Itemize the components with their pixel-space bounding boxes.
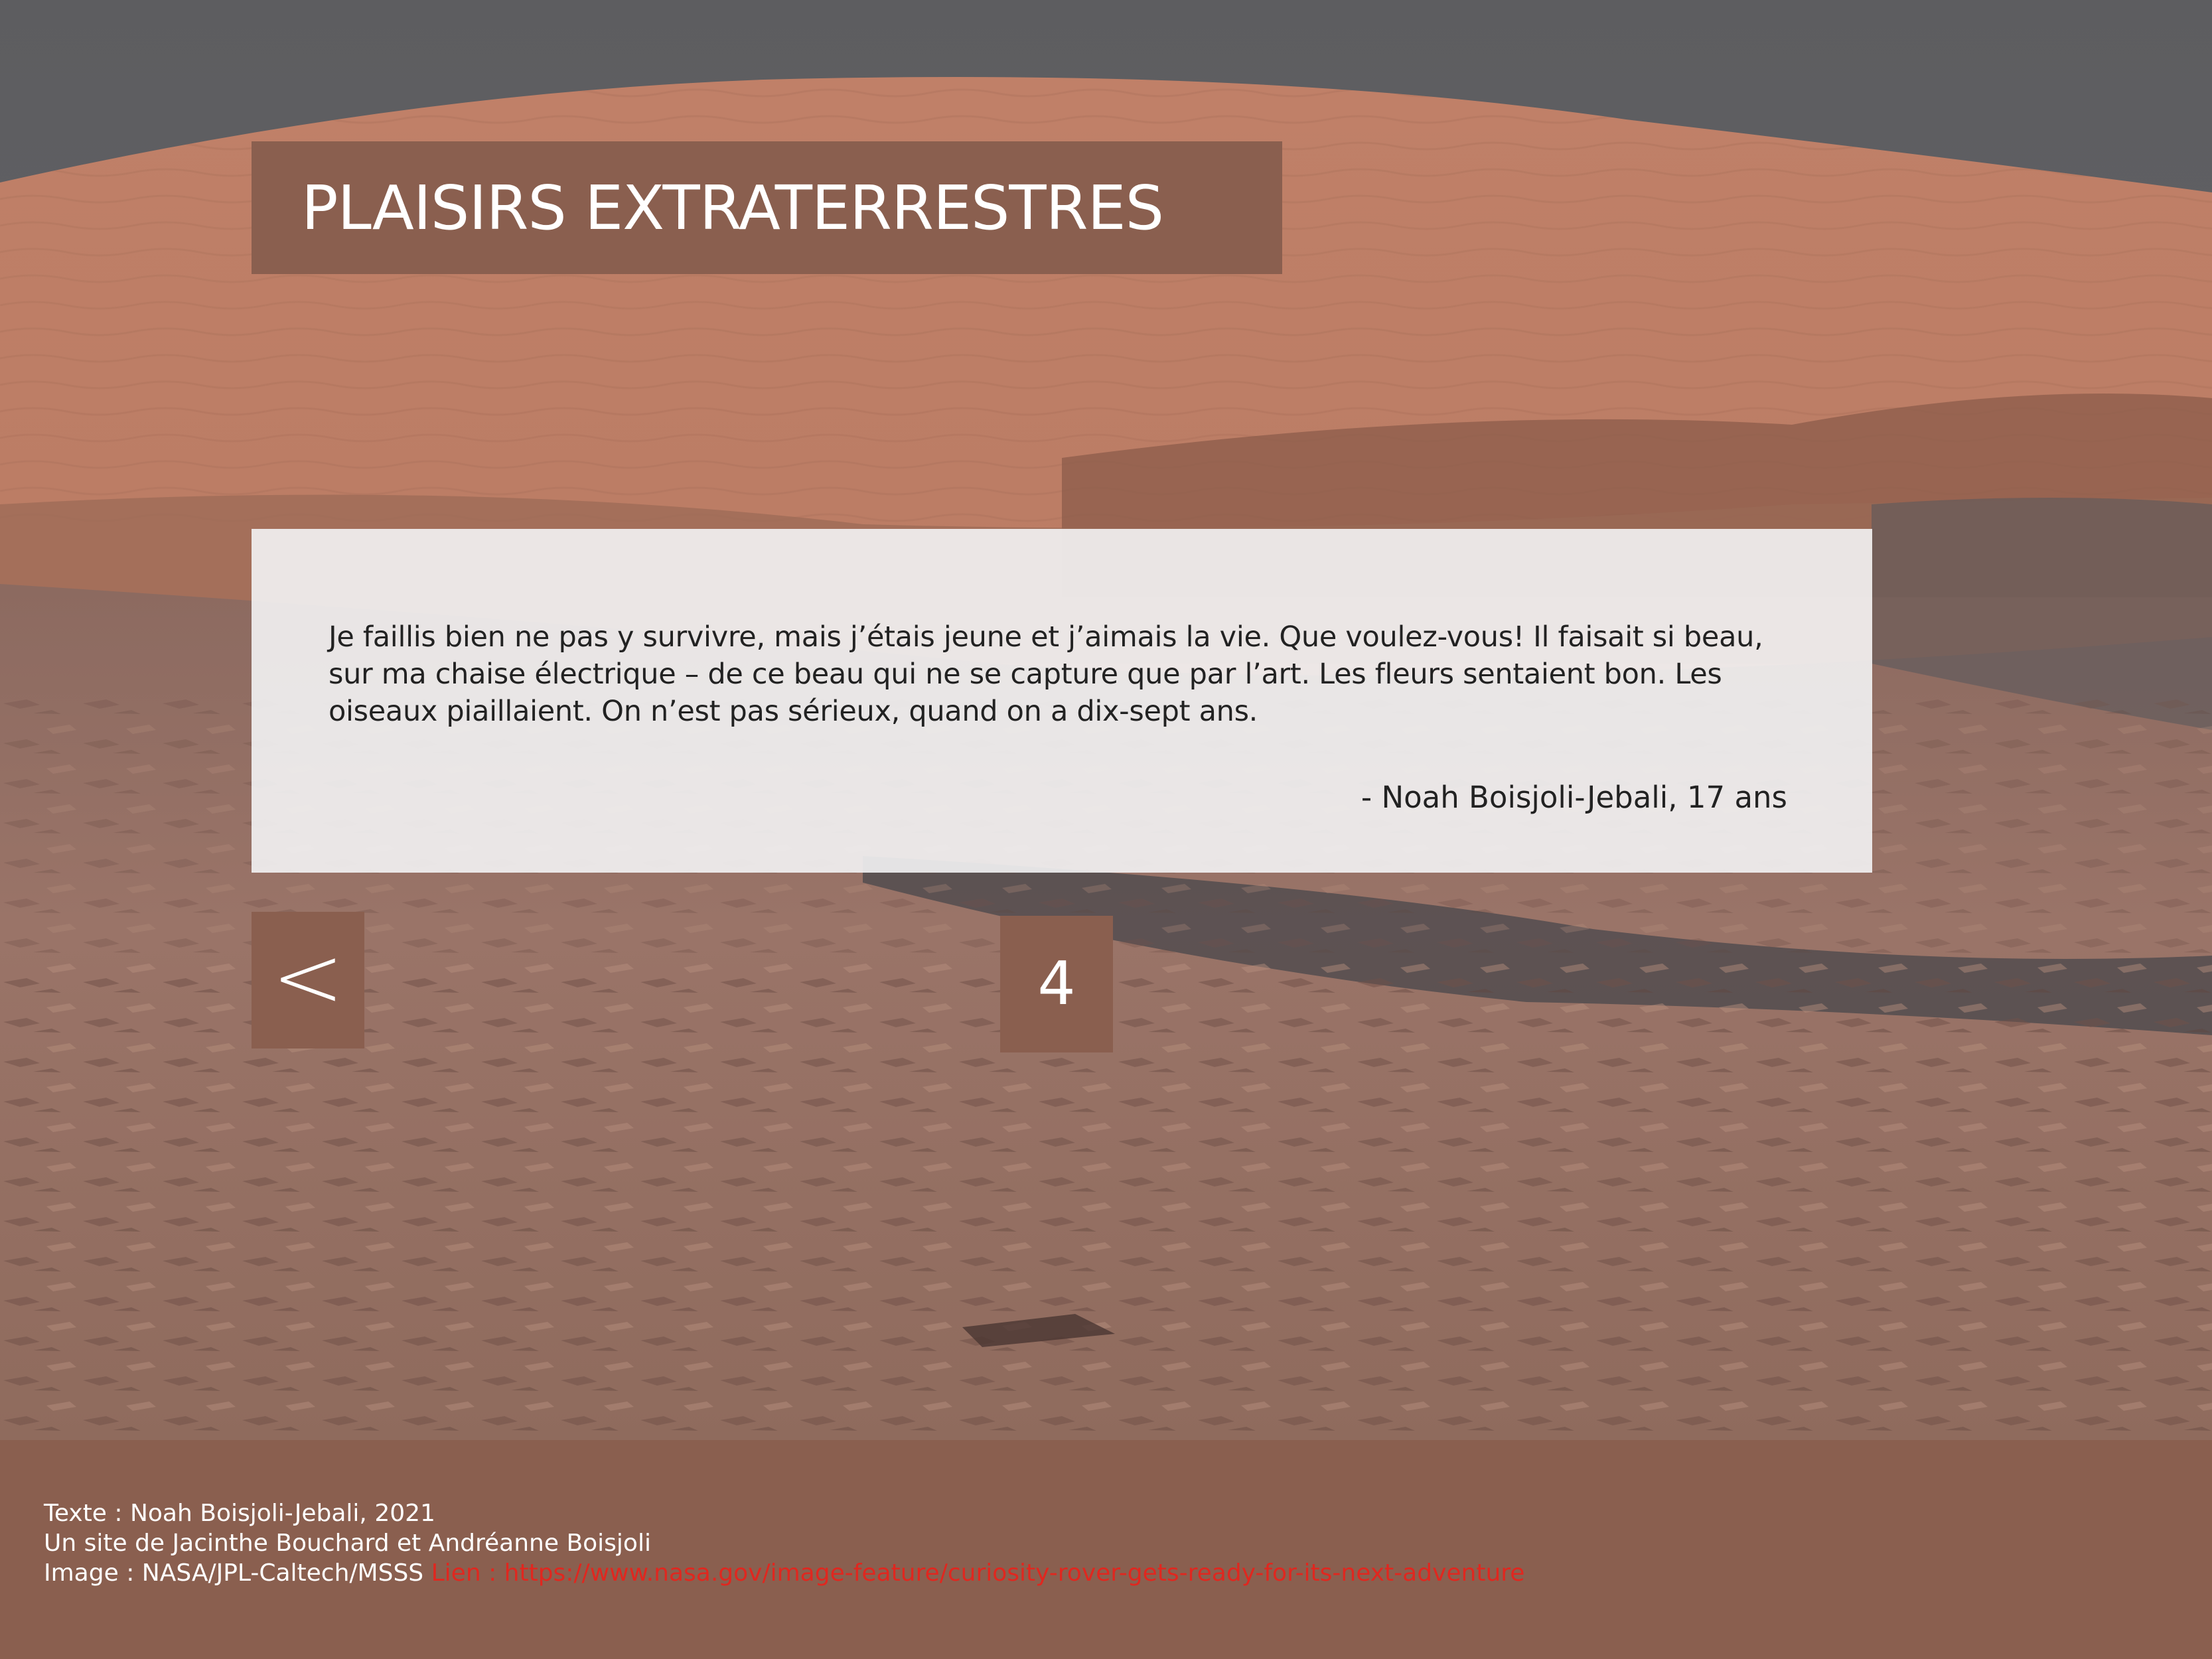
page-title: PLAISIRS EXTRATERRESTRES [301,172,1164,244]
footer: Texte : Noah Boisjoli-Jebali, 2021 Un si… [0,1440,2212,1659]
title-banner: PLAISIRS EXTRATERRESTRES [252,141,1282,274]
source-link[interactable]: Lien : https://www.nasa.gov/image-featur… [431,1559,1525,1587]
page-number: 4 [1037,949,1076,1019]
quote-panel: Je faillis bien ne pas y survivre, mais … [252,529,1872,873]
quote-author: - Noah Boisjoli-Jebali, 17 ans [1361,780,1787,815]
footer-credits: Texte : Noah Boisjoli-Jebali, 2021 Un si… [44,1498,1524,1588]
previous-page-button[interactable]: < [252,912,364,1048]
site-credit: Un site de Jacinthe Bouchard et Andréann… [44,1530,651,1557]
chevron-left-icon: < [271,926,344,1027]
page-number-badge: 4 [1000,916,1113,1052]
image-credit: Image : NASA/JPL-Caltech/MSSS [44,1559,424,1587]
quote-text: Je faillis bien ne pas y survivre, mais … [329,620,1763,728]
image-credit-line: Image : NASA/JPL-Caltech/MSSS Lien : htt… [44,1558,1524,1588]
text-credit: Texte : Noah Boisjoli-Jebali, 2021 [44,1500,435,1527]
